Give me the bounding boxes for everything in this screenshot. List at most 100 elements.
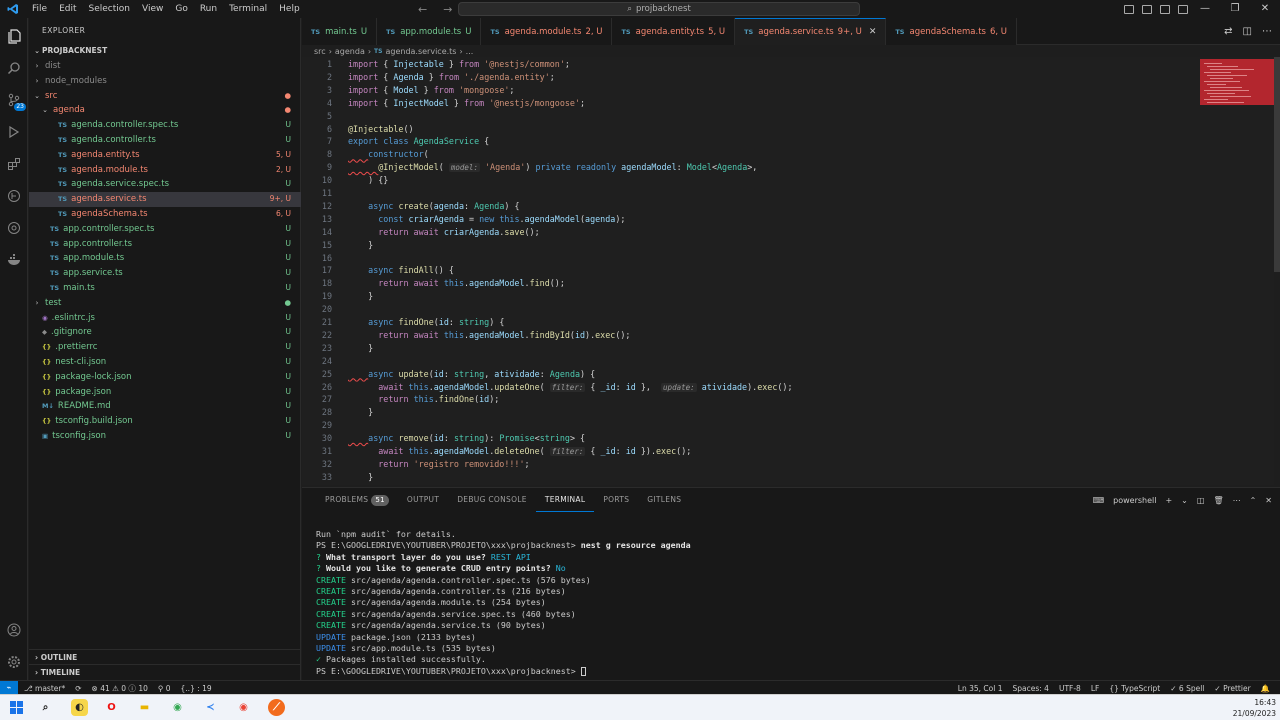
- tree-item[interactable]: TS app.controller.spec.ts U: [29, 222, 301, 237]
- cursor-position[interactable]: Ln 35, Col 1: [958, 684, 1003, 693]
- editor-tab[interactable]: TS agenda.service.ts 9+, U ✕: [735, 18, 887, 45]
- postman-icon[interactable]: ⟋: [268, 699, 285, 716]
- menu-run[interactable]: Run: [194, 0, 223, 18]
- tree-item[interactable]: TS main.ts U: [29, 281, 301, 296]
- tree-item[interactable]: ⌄ agenda ●: [29, 103, 301, 118]
- run-debug-icon[interactable]: [4, 122, 24, 142]
- source-control-icon[interactable]: 23: [4, 90, 26, 111]
- docker-icon[interactable]: [4, 250, 24, 270]
- menu-help[interactable]: Help: [273, 0, 306, 18]
- minimize-icon[interactable]: —: [1190, 0, 1220, 18]
- search-icon[interactable]: ⌕: [37, 699, 54, 716]
- new-terminal-icon[interactable]: +: [1165, 496, 1172, 505]
- timeline-section[interactable]: › TIMELINE: [29, 664, 301, 679]
- tree-item[interactable]: {} nest-cli.json U: [29, 355, 301, 370]
- menu-file[interactable]: File: [26, 0, 53, 18]
- tab-debug-console[interactable]: DEBUG CONSOLE: [448, 488, 536, 512]
- spell-indicator[interactable]: ✓ 6 Spell: [1170, 684, 1204, 693]
- tree-item[interactable]: TS agenda.controller.spec.ts U: [29, 118, 301, 133]
- system-clock[interactable]: 16:43 21/09/2023: [1233, 697, 1276, 719]
- tree-item[interactable]: › node_modules: [29, 74, 301, 89]
- language-mode[interactable]: {} TypeScript: [1109, 684, 1160, 693]
- end-of-line[interactable]: LF: [1091, 684, 1100, 693]
- tab-ports[interactable]: PORTS: [594, 488, 638, 512]
- search-icon[interactable]: [4, 58, 24, 78]
- tree-item[interactable]: ▣ tsconfig.json U: [29, 429, 301, 444]
- workspace-root[interactable]: ⌄ PROJBACKNEST: [29, 44, 301, 59]
- more-actions-icon[interactable]: ⋯: [1233, 496, 1241, 505]
- ports-indicator[interactable]: ⚲ 0: [158, 684, 171, 693]
- tree-item[interactable]: TS agenda.module.ts 2, U: [29, 163, 301, 178]
- terminal-shell-label[interactable]: powershell: [1113, 496, 1156, 505]
- tree-item[interactable]: TS agenda.controller.ts U: [29, 133, 301, 148]
- chrome-profile-icon[interactable]: ◉: [235, 699, 252, 716]
- vscode-taskbar-icon[interactable]: ≺: [202, 699, 219, 716]
- editor-tab[interactable]: TS app.module.ts U: [377, 18, 482, 45]
- toggle-secondary-sidebar-icon[interactable]: [1160, 4, 1170, 14]
- command-center[interactable]: ⌕ projbacknest: [458, 2, 860, 16]
- tree-item[interactable]: TS agenda.service.ts 9+, U: [29, 192, 301, 207]
- tree-item[interactable]: TS agendaSchema.ts 6, U: [29, 207, 301, 222]
- prettier-indicator[interactable]: ✓ Prettier: [1214, 684, 1250, 693]
- menu-edit[interactable]: Edit: [53, 0, 82, 18]
- app-icon[interactable]: ◐: [71, 699, 88, 716]
- restore-icon[interactable]: ❐: [1220, 0, 1250, 18]
- remote-indicator-icon[interactable]: ⌁: [0, 681, 18, 695]
- editor-tab[interactable]: TS main.ts U: [302, 18, 378, 45]
- tab-problems[interactable]: PROBLEMS 51: [316, 488, 398, 512]
- tree-item[interactable]: {} package-lock.json U: [29, 370, 301, 385]
- tab-gitlens[interactable]: GITLENS: [638, 488, 690, 512]
- tree-item[interactable]: M↓ README.md U: [29, 399, 301, 414]
- toggle-sidebar-icon[interactable]: [1124, 4, 1134, 14]
- close-window-icon[interactable]: ✕: [1250, 0, 1280, 18]
- chrome-icon[interactable]: ◉: [169, 699, 186, 716]
- minimap[interactable]: [1198, 57, 1274, 485]
- menu-terminal[interactable]: Terminal: [223, 0, 273, 18]
- tree-item[interactable]: ◉ .eslintrc.js U: [29, 311, 301, 326]
- tree-item[interactable]: TS app.controller.ts U: [29, 237, 301, 252]
- menu-view[interactable]: View: [136, 0, 169, 18]
- open-changes-icon[interactable]: ⇄: [1224, 26, 1232, 37]
- breadcrumb-src[interactable]: src: [314, 47, 326, 56]
- customize-layout-icon[interactable]: [1178, 4, 1188, 14]
- file-explorer-icon[interactable]: ▬: [136, 699, 153, 716]
- tree-item[interactable]: {} tsconfig.build.json U: [29, 414, 301, 429]
- editor-tab[interactable]: TS agenda.entity.ts 5, U: [612, 18, 736, 45]
- account-icon[interactable]: [4, 620, 24, 640]
- editor-tab[interactable]: TS agenda.module.ts 2, U: [481, 18, 613, 45]
- branch-indicator[interactable]: ⎇ master*: [24, 684, 65, 693]
- editor-scrollbar[interactable]: [1274, 57, 1280, 272]
- close-panel-icon[interactable]: ✕: [1265, 496, 1272, 505]
- code-editor[interactable]: 1 import { Injectable } from '@nestjs/com…: [302, 57, 1198, 485]
- editor-tab[interactable]: TS agendaSchema.ts 6, U: [886, 18, 1018, 45]
- close-tab-icon[interactable]: ✕: [869, 27, 877, 37]
- breadcrumb-file[interactable]: agenda.service.ts: [385, 47, 456, 56]
- encoding[interactable]: UTF-8: [1059, 684, 1081, 693]
- explorer-icon[interactable]: [4, 26, 24, 46]
- problems-indicator[interactable]: ⊗ 41 ⚠ 0 ⓘ 10: [92, 683, 148, 694]
- menu-selection[interactable]: Selection: [83, 0, 136, 18]
- chevron-down-icon[interactable]: ⌄: [1181, 496, 1188, 505]
- menu-go[interactable]: Go: [169, 0, 193, 18]
- indentation[interactable]: Spaces: 4: [1013, 684, 1049, 693]
- tree-item[interactable]: {} .prettierrc U: [29, 340, 301, 355]
- settings-gear-icon[interactable]: [4, 652, 24, 672]
- terminal-output[interactable]: Run `npm audit` for details. PS E:\GOOGLE…: [316, 529, 1256, 677]
- breadcrumb-agenda[interactable]: agenda: [335, 47, 365, 56]
- split-terminal-icon[interactable]: ◫: [1197, 496, 1205, 505]
- extensions-icon[interactable]: [4, 154, 24, 174]
- more-actions-icon[interactable]: ⋯: [1262, 26, 1272, 37]
- vscode-logo-icon[interactable]: [0, 0, 26, 18]
- toggle-panel-icon[interactable]: [1142, 4, 1152, 14]
- tree-item[interactable]: TS agenda.entity.ts 5, U: [29, 148, 301, 163]
- split-editor-icon[interactable]: ◫: [1243, 26, 1252, 37]
- tree-item[interactable]: › dist: [29, 59, 301, 74]
- kill-terminal-icon[interactable]: 🗑: [1213, 496, 1223, 505]
- tree-item[interactable]: TS app.module.ts U: [29, 251, 301, 266]
- tab-output[interactable]: OUTPUT: [398, 488, 448, 512]
- maximize-panel-icon[interactable]: ⌃: [1250, 496, 1257, 505]
- sync-icon[interactable]: ⟳: [75, 684, 81, 693]
- tree-item[interactable]: TS app.service.ts U: [29, 266, 301, 281]
- remote-explorer-icon[interactable]: [4, 218, 24, 238]
- forward-arrow-icon[interactable]: →: [443, 3, 452, 16]
